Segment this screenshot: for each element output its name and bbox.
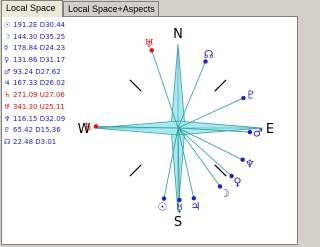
- south-label: S: [174, 215, 182, 230]
- pluto-icon: ♇: [246, 89, 256, 102]
- compass-tick: [214, 79, 227, 92]
- tab-local-space-aspects[interactable]: Local Space+Aspects: [63, 1, 159, 16]
- planet-line: [177, 127, 243, 161]
- saturn-icon: ♄: [83, 120, 93, 133]
- compass-tick: [129, 164, 142, 177]
- venus-icon: ♀: [234, 175, 242, 188]
- node-icon: ☊: [204, 48, 214, 61]
- tab-bar: Local Space Local Space+Aspects: [0, 0, 300, 17]
- planet-dot: [247, 129, 253, 135]
- mercury-icon: ☿: [176, 202, 183, 215]
- uranus-icon: ♅: [144, 37, 154, 50]
- neptune-icon: ♆: [245, 157, 255, 170]
- east-label: E: [266, 122, 274, 137]
- north-label: N: [173, 27, 183, 42]
- local-space-panel: ☉ 191.2E D30.44 ☽ 144.30 D35.25 ☿ 178.84 D2…: [1, 16, 298, 245]
- tab-local-space[interactable]: Local Space: [1, 0, 63, 17]
- planet-line: [177, 127, 232, 177]
- compass-tick: [129, 79, 142, 92]
- compass-chart: NSEW☉☽☿♀♂♃♄♅♆♇☊: [78, 27, 275, 230]
- planet-dot: [93, 124, 99, 129]
- moon-icon: ☽: [220, 187, 230, 200]
- mars-icon: ♂: [253, 127, 263, 140]
- sun-icon: ☉: [158, 200, 168, 213]
- jupiter-icon: ♃: [191, 200, 201, 213]
